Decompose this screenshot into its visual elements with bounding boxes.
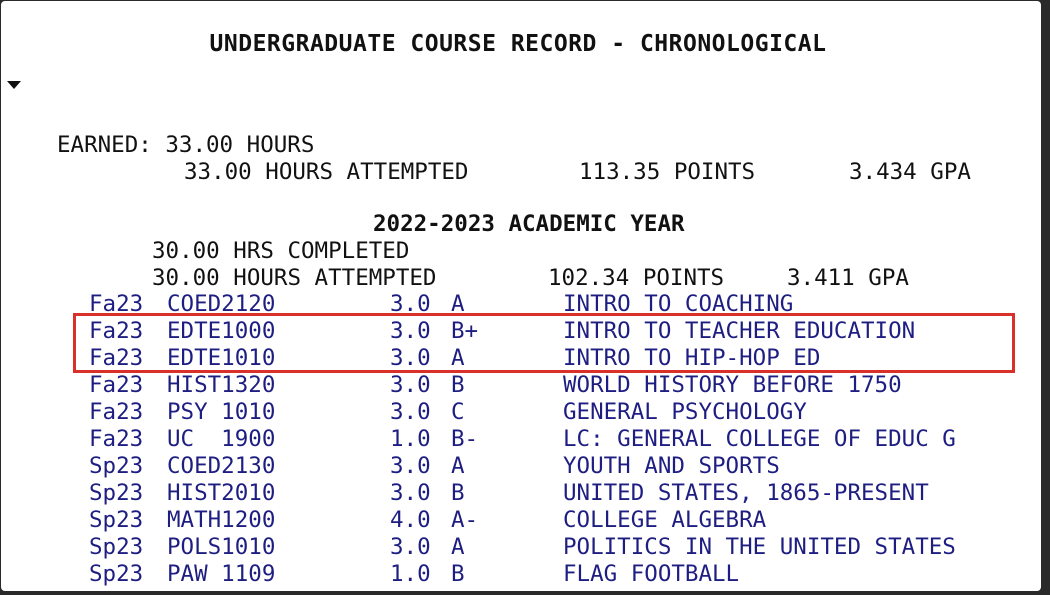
course-term: Sp23 [89, 480, 144, 506]
course-credits: 4.0 [390, 507, 431, 533]
course-title: FLAG FOOTBALL [563, 561, 740, 587]
course-grade: A [451, 453, 465, 479]
course-code: PAW 1109 [167, 561, 276, 587]
year-gpa: 3.411 GPA [787, 265, 909, 291]
course-term: Fa23 [89, 372, 144, 398]
course-title: LC: GENERAL COLLEGE OF EDUC G [563, 426, 956, 452]
course-grade: C [451, 399, 465, 425]
transcript-window: UNDERGRADUATE COURSE RECORD - CHRONOLOGI… [1, 1, 1041, 591]
earned-hours: 33.00 HOURS [165, 132, 315, 158]
course-credits: 3.0 [390, 399, 431, 425]
total-gpa: 3.434 GPA [849, 159, 971, 185]
course-term: Sp23 [89, 561, 144, 587]
earned-summary: EARNED: 33.00 HOURS [57, 132, 314, 159]
course-credits: 3.0 [390, 453, 431, 479]
course-title: YOUTH AND SPORTS [563, 453, 780, 479]
earned-label: EARNED: [57, 132, 152, 158]
course-code: POLS1010 [167, 534, 276, 560]
course-term: Sp23 [89, 453, 144, 479]
attempted-hours: 33.00 HOURS ATTEMPTED [184, 159, 469, 185]
course-grade: B [451, 480, 465, 506]
page-title: UNDERGRADUATE COURSE RECORD - CHRONOLOGI… [209, 31, 827, 57]
course-title: UNITED STATES, 1865-PRESENT [563, 480, 929, 506]
course-code: MATH1200 [167, 507, 276, 533]
course-code: UC 1900 [167, 426, 276, 452]
highlight-box [73, 313, 1015, 373]
academic-year-title: 2022-2023 ACADEMIC YEAR [373, 211, 685, 237]
course-code: PSY 1010 [167, 399, 276, 425]
course-code: COED2130 [167, 453, 276, 479]
course-credits: 1.0 [390, 426, 431, 452]
year-hrs-completed: 30.00 HRS COMPLETED [152, 238, 410, 264]
course-title: GENERAL PSYCHOLOGY [563, 399, 807, 425]
course-title: WORLD HISTORY BEFORE 1750 [563, 372, 902, 398]
course-term: Sp23 [89, 534, 144, 560]
course-grade: B- [451, 426, 479, 452]
course-term: Sp23 [89, 507, 144, 533]
course-code: HIST2010 [167, 480, 276, 506]
course-grade: B [451, 372, 465, 398]
course-grade: A [451, 534, 465, 560]
course-code: HIST1320 [167, 372, 276, 398]
course-credits: 1.0 [390, 561, 431, 587]
course-title: COLLEGE ALGEBRA [563, 507, 767, 533]
course-grade: B [451, 561, 465, 587]
course-credits: 3.0 [390, 534, 431, 560]
course-title: POLITICS IN THE UNITED STATES [563, 534, 956, 560]
attempted-summary: 33.00 HOURS ATTEMPTED [184, 159, 468, 186]
total-points: 113.35 POINTS [579, 159, 756, 185]
year-hours-attempted: 30.00 HOURS ATTEMPTED [152, 265, 437, 291]
course-term: Fa23 [89, 426, 144, 452]
course-term: Fa23 [89, 399, 144, 425]
course-grade: A- [451, 507, 479, 533]
course-credits: 3.0 [390, 372, 431, 398]
course-credits: 3.0 [390, 480, 431, 506]
triangle-down-icon[interactable] [7, 81, 21, 89]
year-points: 102.34 POINTS [548, 265, 725, 291]
